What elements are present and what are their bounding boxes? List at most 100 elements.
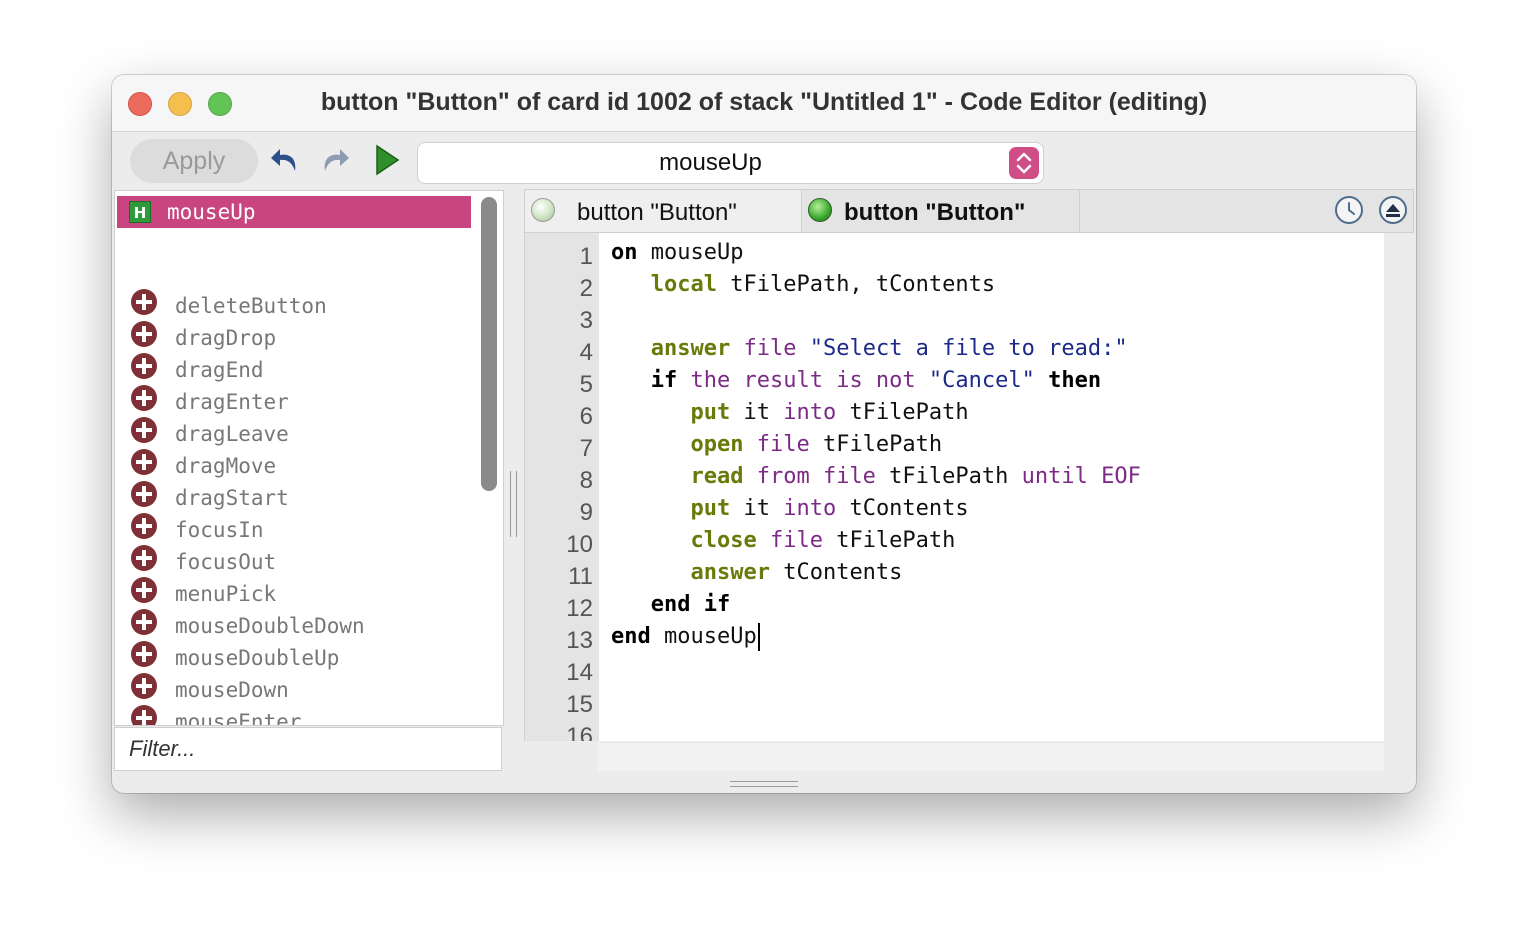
handler-list-scrollbar[interactable] <box>481 197 497 491</box>
add-handler-plus-icon[interactable] <box>131 321 157 347</box>
code-line[interactable]: local tFilePath, tContents <box>611 269 995 301</box>
message-list-item[interactable]: mouseEnter <box>115 703 473 726</box>
line-number: 14 <box>566 659 593 686</box>
message-list-item[interactable]: dragStart <box>115 479 473 511</box>
handler-item-selected[interactable]: H mouseUp <box>117 196 471 228</box>
add-handler-plus-icon[interactable] <box>131 385 157 411</box>
message-list-item[interactable]: dragDrop <box>115 319 473 351</box>
message-list-item[interactable]: menuPick <box>115 575 473 607</box>
add-handler-plus-icon[interactable] <box>131 481 157 507</box>
tab-button-inactive[interactable]: button "Button" <box>525 190 802 232</box>
message-label: focusIn <box>175 518 264 542</box>
editor-vertical-scroll-track[interactable] <box>1384 233 1414 773</box>
line-number: 1 <box>579 243 593 270</box>
undo-arrow-icon[interactable] <box>268 143 302 177</box>
line-number-gutter: 1 2 3 4 5 6 7 8 9 10 11 12 13 14 15 16 <box>525 233 599 741</box>
handler-select-value: mouseUp <box>659 149 762 176</box>
handler-h-icon: H <box>129 201 151 223</box>
message-label: mouseDoubleDown <box>175 614 365 638</box>
message-label: mouseDown <box>175 678 289 702</box>
message-list-item[interactable]: dragEnd <box>115 351 473 383</box>
redo-arrow-icon[interactable] <box>318 143 352 177</box>
add-handler-plus-icon[interactable] <box>131 641 157 667</box>
minimize-window-button[interactable] <box>168 92 192 116</box>
line-number: 13 <box>566 627 593 654</box>
window-title: button "Button" of card id 1002 of stack… <box>320 88 1208 116</box>
message-list-item[interactable]: mouseDoubleDown <box>115 607 473 639</box>
add-handler-plus-icon[interactable] <box>131 545 157 571</box>
line-number: 4 <box>579 339 593 366</box>
line-number: 12 <box>566 595 593 622</box>
object-tabs-bar: button "Button" button "Button" <box>524 189 1414 233</box>
editor-horizontal-scrollbar[interactable] <box>598 743 1384 771</box>
code-line[interactable]: put it into tFilePath <box>611 397 968 429</box>
message-label: dragEnter <box>175 390 289 414</box>
code-line[interactable]: answer file "Select a file to read:" <box>611 333 1128 365</box>
add-handler-plus-icon[interactable] <box>131 353 157 379</box>
message-list-item[interactable]: deleteButton <box>115 287 473 319</box>
green-dot-icon <box>808 198 832 222</box>
apply-button[interactable]: Apply <box>130 139 258 183</box>
eject-up-icon[interactable] <box>1379 196 1407 224</box>
tab-label: button "Button" <box>577 199 737 226</box>
message-label: focusOut <box>175 550 277 574</box>
message-label: menuPick <box>175 582 277 606</box>
add-handler-plus-icon[interactable] <box>131 705 157 725</box>
select-stepper-icon[interactable] <box>1009 147 1039 179</box>
code-line[interactable]: answer tContents <box>611 557 902 589</box>
line-number: 7 <box>579 435 593 462</box>
add-handler-plus-icon[interactable] <box>131 609 157 635</box>
resize-grip-icon[interactable] <box>730 779 798 789</box>
add-handler-plus-icon[interactable] <box>131 577 157 603</box>
tab-button-active[interactable]: button "Button" <box>802 190 1080 232</box>
line-number: 10 <box>566 531 593 558</box>
add-handler-plus-icon[interactable] <box>131 417 157 443</box>
code-line[interactable]: if the result is not "Cancel" then <box>611 365 1101 397</box>
code-line[interactable]: read from file tFilePath until EOF <box>611 461 1140 493</box>
code-editor-window: button "Button" of card id 1002 of stack… <box>112 75 1416 793</box>
filter-field[interactable] <box>114 727 502 771</box>
line-number: 8 <box>579 467 593 494</box>
close-window-button[interactable] <box>128 92 152 116</box>
message-list-item[interactable]: dragMove <box>115 447 473 479</box>
line-number: 16 <box>566 723 593 741</box>
handler-select[interactable]: mouseUp <box>417 142 1044 184</box>
light-green-dot-icon <box>531 198 555 222</box>
line-number: 6 <box>579 403 593 430</box>
add-handler-plus-icon[interactable] <box>131 449 157 475</box>
handler-item-label: mouseUp <box>167 200 256 224</box>
message-list-item[interactable]: mouseDown <box>115 671 473 703</box>
add-handler-plus-icon[interactable] <box>131 289 157 315</box>
code-line[interactable]: end mouseUp <box>611 621 760 653</box>
code-line[interactable]: open file tFilePath <box>611 429 942 461</box>
clock-icon[interactable] <box>1335 196 1363 224</box>
text-cursor <box>757 623 760 651</box>
script-editor[interactable]: 1 2 3 4 5 6 7 8 9 10 11 12 13 14 15 16 on mouseUp local… <box>524 233 1385 741</box>
message-label: deleteButton <box>175 294 327 318</box>
message-label: dragMove <box>175 454 277 478</box>
message-label: dragEnd <box>175 358 264 382</box>
title-bar: button "Button" of card id 1002 of stack… <box>112 75 1416 132</box>
message-label: mouseEnter <box>175 710 302 726</box>
code-line[interactable]: close file tFilePath <box>611 525 955 557</box>
code-line[interactable]: on mouseUp <box>611 237 743 269</box>
line-number: 5 <box>579 371 593 398</box>
message-label: dragDrop <box>175 326 277 350</box>
pane-splitter[interactable] <box>508 471 520 537</box>
message-list-item[interactable]: dragEnter <box>115 383 473 415</box>
add-handler-plus-icon[interactable] <box>131 673 157 699</box>
play-triangle-icon[interactable] <box>370 143 404 177</box>
message-label: dragStart <box>175 486 289 510</box>
add-handler-plus-icon[interactable] <box>131 513 157 539</box>
code-line[interactable]: put it into tContents <box>611 493 968 525</box>
code-line[interactable]: end if <box>611 589 730 621</box>
message-label: dragLeave <box>175 422 289 446</box>
message-list-item[interactable]: focusOut <box>115 543 473 575</box>
tab-label: button "Button" <box>844 199 1026 226</box>
message-list-item[interactable]: focusIn <box>115 511 473 543</box>
zoom-window-button[interactable] <box>208 92 232 116</box>
message-list-item[interactable]: dragLeave <box>115 415 473 447</box>
filter-input[interactable] <box>127 728 491 770</box>
line-number: 2 <box>579 275 593 302</box>
message-list-item[interactable]: mouseDoubleUp <box>115 639 473 671</box>
